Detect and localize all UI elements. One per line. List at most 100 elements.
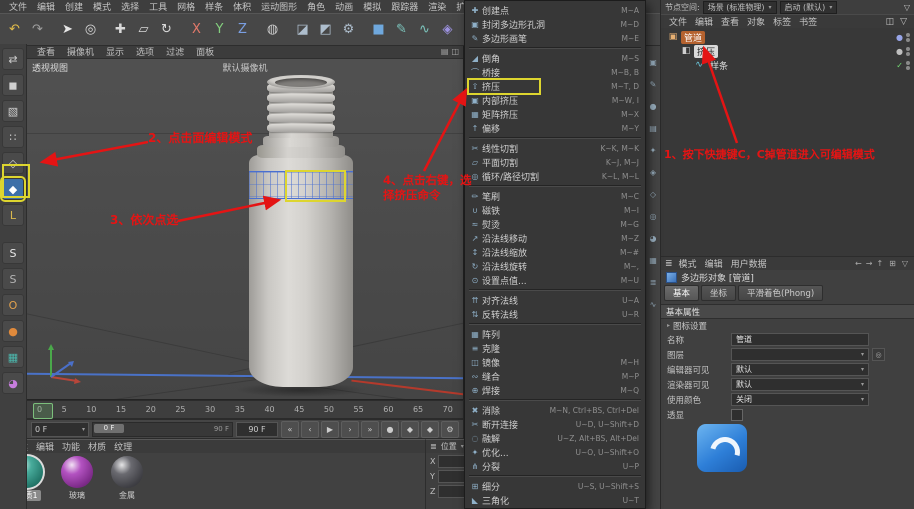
object-type-icon[interactable]: ◧ [680,46,692,56]
undo-icon[interactable]: ↶ [3,18,26,41]
context-menu-item[interactable]: ◣ 三角化 U~T [465,493,645,507]
menubar-item[interactable]: 编辑 [32,0,60,13]
tab-coordinates[interactable]: 坐标 [701,285,737,301]
polygons-mode-icon[interactable]: ◆ [0,176,26,202]
material-menu-item[interactable]: 功能 [58,440,84,453]
context-menu-item[interactable]: ▦ 阵列 [465,327,645,341]
context-menu-item[interactable]: ▣ 内部挤压 M~W, I [465,93,645,107]
object-manager-menu-item[interactable]: 书签 [795,15,821,28]
viewport-menu-item[interactable]: 选项 [130,45,160,58]
context-menu-item[interactable]: ✖ 消除 M~N, Ctrl+BS, Ctrl+Del [465,403,645,417]
move-tool-icon[interactable]: ✚ [109,18,132,41]
enable-snap-icon[interactable]: S [2,242,24,264]
timeline-ruler[interactable]: 0 5 10 15 20 25 30 35 40 45 50 55 60 65 70 [26,400,464,419]
spinner-icon[interactable]: ▾ [82,426,85,433]
y-axis-lock-icon[interactable]: Y [208,18,231,41]
visibility-dots[interactable] [906,46,910,57]
scale-tool-icon[interactable]: ▱ [132,18,155,41]
context-menu-item[interactable]: ◌ 融解 U~Z, Alt+BS, Alt+Del [465,431,645,445]
material-preview-sphere[interactable] [111,456,143,488]
context-menu-item[interactable]: ↑ 偏移 M~Y [465,121,645,135]
pen-tool-icon[interactable]: ✎ [390,18,413,41]
coordinate-system-icon[interactable]: ◍ [261,18,284,41]
object-name[interactable]: 管道 [681,30,706,44]
filter-icon[interactable]: ▽ [904,3,910,12]
z-axis-lock-icon[interactable]: Z [231,18,254,41]
lock-icon[interactable]: ⊞ [887,259,898,268]
menubar-item[interactable]: 模拟 [358,0,386,13]
search-icon[interactable]: ▽ [900,259,910,268]
context-menu-item[interactable]: ⇅ 反转法线 U~R [465,307,645,321]
cloner-icon[interactable]: ◈ [650,168,656,177]
icon-settings-group[interactable]: ▸ 图标设置 [661,319,914,332]
menubar-item[interactable]: 文件 [4,0,32,13]
viewport-menu-item[interactable]: 查看 [31,45,61,58]
object-manager-menu-item[interactable]: 文件 [665,15,691,28]
menubar-item[interactable]: 运动图形 [256,0,302,13]
context-menu-item[interactable]: ∪ 磁铁 M~I [465,203,645,217]
menubar-item[interactable]: 体积 [228,0,256,13]
object-row[interactable]: ▣ 管道 ● [661,30,914,44]
goto-end-button[interactable]: » [361,420,379,438]
menubar-item[interactable]: 模式 [88,0,116,13]
render-picture-viewer-icon[interactable]: ◩ [314,18,337,41]
context-menu-item[interactable]: ∾ 缝合 M~P [465,369,645,383]
viewport-menu-item[interactable]: 显示 [100,45,130,58]
current-frame-field[interactable]: 0 F ▾ [31,421,89,437]
menubar-item[interactable]: 渲染 [423,0,451,13]
add-primitive-icon[interactable]: ■ [367,18,390,41]
keyframe-scale-button[interactable]: ◆ [421,420,439,438]
spline-tool-icon[interactable]: ∿ [413,18,436,41]
tag-icon[interactable]: ◎ [650,212,657,221]
om-filter-icon[interactable]: ◫ [883,17,898,27]
context-menu-item[interactable]: ✚ 创建点 M~A [465,3,645,17]
points-mode-icon[interactable]: ∷ [2,126,24,148]
prev-key-button[interactable]: ‹ [301,420,319,438]
menubar-item[interactable]: 角色 [302,0,330,13]
context-menu-item[interactable]: ▱ 平面切割 K~J, M~J [465,155,645,169]
menubar-item[interactable]: 网格 [172,0,200,13]
camera-icon[interactable]: ▤ [649,124,657,133]
tab-phong[interactable]: 平滑着色(Phong) [738,285,824,301]
make-editable-icon[interactable]: ⇄ [2,48,24,70]
menubar-item[interactable]: 动画 [330,0,358,13]
autokey-button[interactable]: ⚙ [441,420,459,438]
cube-icon[interactable]: ▣ [649,58,657,67]
deformer-icon[interactable]: ◇ [650,190,656,199]
tab-basic[interactable]: 基本 [664,285,700,301]
use-color-select[interactable]: 关闭 ▾ [731,393,869,406]
play-button[interactable]: ▶ [321,420,339,438]
render-visibility-select[interactable]: 默认 ▾ [731,378,869,391]
attribute-menu-item[interactable]: 模式 [675,257,701,270]
context-menu-item[interactable]: ✂ 断开连接 U~D, U~Shift+D [465,417,645,431]
scene-icon[interactable]: ▦ [649,256,657,265]
edges-mode-icon[interactable]: ◇ [2,152,24,174]
object-name[interactable]: 样条 [707,59,731,72]
viewport[interactable]: 查看 摄像机 显示 选项 过滤 面板 ▤ ◫ 透视视图 默认摄像机 [26,44,464,400]
context-menu-item[interactable]: ⊕ 焊接 M~Q [465,383,645,397]
mograph-icon[interactable]: ◈ [436,18,459,41]
context-menu-item[interactable]: ◎ 循环/路径切割 K~L, M~L [465,169,645,183]
attribute-menu-item[interactable]: 用户数据 [727,257,771,270]
menubar-item[interactable]: 选择 [116,0,144,13]
menubar-item[interactable]: 工具 [144,0,172,13]
material-menu-item[interactable]: 编辑 [32,440,58,453]
spline-icon[interactable]: ∿ [650,300,657,309]
texture-mode-icon[interactable]: ▧ [2,100,24,122]
render-view-icon[interactable]: ◪ [291,18,314,41]
object-tag-icon[interactable]: ✓ [896,61,903,70]
snap-modes-icon[interactable]: S [2,268,24,290]
panel-menu-icon[interactable]: ≣ [665,259,673,269]
name-input[interactable]: 管道 [731,333,869,346]
context-menu-item[interactable]: ✂ 线性切割 K~K, M~K [465,141,645,155]
context-menu-item[interactable]: ⇈ 对齐法线 U~A [465,293,645,307]
model-mode-icon[interactable]: ◼ [2,74,24,96]
quantize-icon[interactable]: O [2,294,24,316]
layer-select[interactable]: ▾ [731,348,869,361]
range-start-handle[interactable]: 0 F [94,423,124,433]
selection-tool-icon[interactable]: ➤ [56,18,79,41]
enable-axis-icon[interactable]: L [2,204,24,226]
attribute-menu-item[interactable]: 编辑 [701,257,727,270]
context-menu-item[interactable]: ≈ 熨烫 M~G [465,217,645,231]
context-menu-item[interactable]: ⌒ 桥接 M~B, B [465,65,645,79]
